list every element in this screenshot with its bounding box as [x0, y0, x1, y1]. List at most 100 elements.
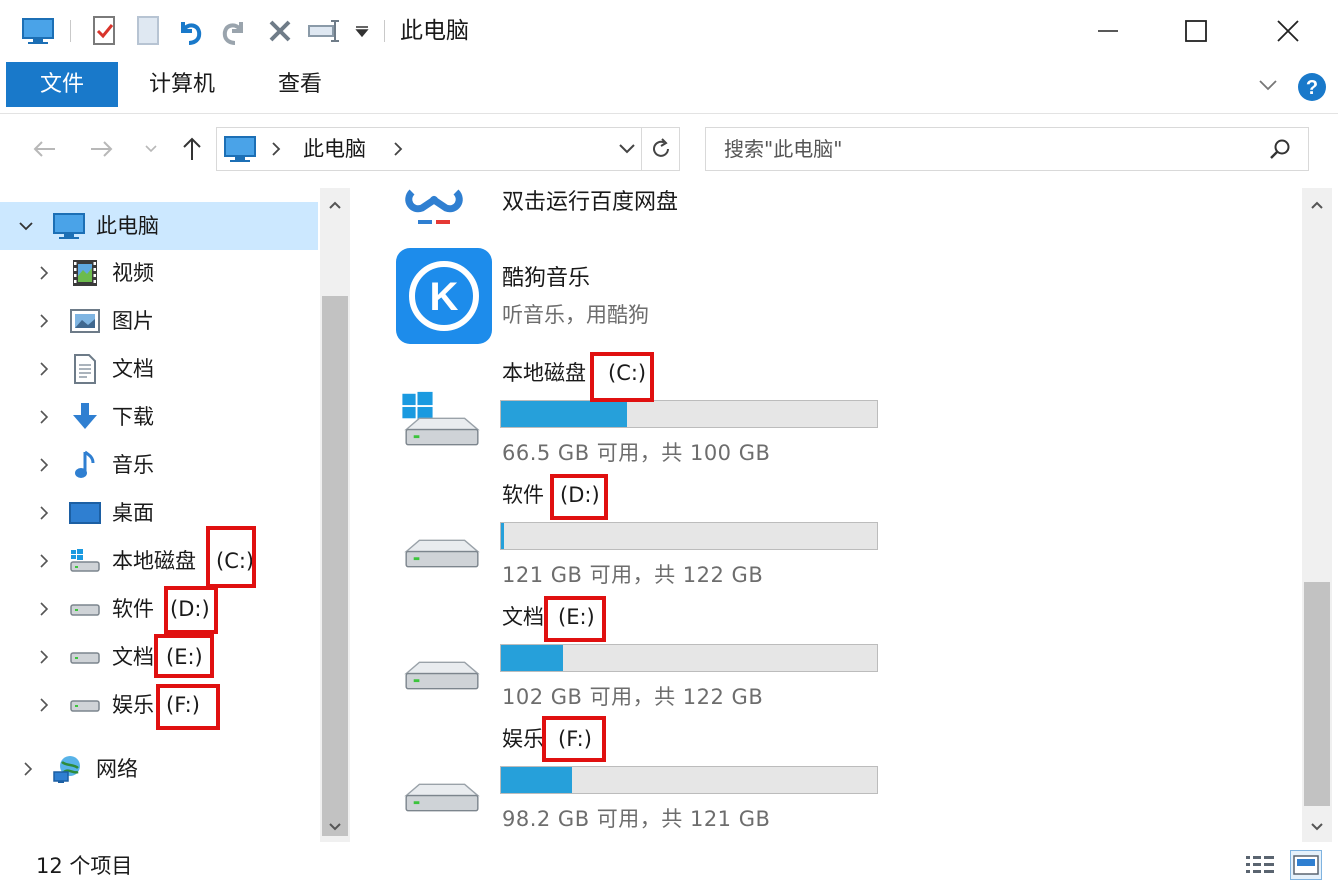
nav-label: 桌面	[112, 501, 154, 525]
nav-item-pictures[interactable]: 图片	[0, 297, 318, 345]
nav-item-drive-d[interactable]: 软件 (D:)	[0, 585, 318, 633]
nav-label: 下载	[112, 405, 154, 429]
customize-dropdown-icon[interactable]	[350, 14, 374, 48]
scrollbar-thumb[interactable]	[322, 296, 348, 836]
drive-space-info: 102 GB 可用，共 122 GB	[502, 685, 764, 709]
close-button[interactable]	[1242, 0, 1334, 62]
up-arrow-icon[interactable]	[174, 129, 210, 169]
highlight-box	[550, 474, 608, 520]
address-bar[interactable]: 此电脑	[216, 127, 642, 171]
app-name[interactable]: 酷狗音乐	[502, 264, 590, 294]
chevron-right-icon[interactable]	[36, 457, 52, 473]
tab-computer[interactable]: 计算机	[132, 62, 232, 107]
chevron-right-icon[interactable]	[36, 505, 52, 521]
nav-item-downloads[interactable]: 下载	[0, 393, 318, 441]
scroll-down-arrow-icon[interactable]	[1302, 812, 1332, 842]
nav-item-music[interactable]: 音乐	[0, 441, 318, 489]
delete-icon[interactable]	[262, 14, 298, 48]
chevron-right-icon[interactable]	[36, 697, 52, 713]
scroll-up-arrow-icon[interactable]	[320, 190, 350, 220]
hard-drive-icon	[396, 634, 488, 700]
drive-usage-fill	[501, 767, 572, 793]
drive-usage-bar	[500, 644, 878, 672]
drive-label[interactable]: 软件	[502, 480, 544, 510]
app-name[interactable]: 双击运行百度网盘	[502, 188, 678, 218]
highlight-box	[154, 634, 214, 678]
redo-icon[interactable]	[216, 14, 252, 48]
rename-icon[interactable]	[304, 14, 344, 48]
scroll-up-arrow-icon[interactable]	[1302, 190, 1332, 220]
drive-usage-fill	[501, 645, 563, 671]
breadcrumb-chevron-icon[interactable]	[391, 140, 405, 158]
system-drive-icon	[396, 390, 488, 456]
nav-label: 网络	[96, 757, 138, 781]
chevron-down-icon[interactable]	[18, 218, 34, 234]
nav-item-documents[interactable]: 文档	[0, 345, 318, 393]
search-icon[interactable]	[1268, 138, 1292, 162]
chevron-right-icon[interactable]	[36, 313, 52, 329]
chevron-right-icon[interactable]	[36, 553, 52, 569]
nav-label: 音乐	[112, 453, 154, 477]
nav-label: 软件	[112, 597, 154, 621]
network-icon	[52, 752, 86, 786]
document-icon	[68, 352, 102, 386]
new-folder-icon[interactable]	[130, 14, 166, 48]
large-icons-view-icon[interactable]	[1290, 850, 1322, 880]
kugou-app-icon[interactable]: K	[396, 248, 492, 344]
drive-icon	[68, 640, 102, 674]
nav-item-desktop[interactable]: 桌面	[0, 489, 318, 537]
back-arrow-icon[interactable]	[26, 129, 62, 169]
search-input[interactable]: 搜索"此电脑"	[705, 127, 1309, 171]
nav-label: 本地磁盘	[112, 549, 196, 573]
chevron-right-icon[interactable]	[36, 361, 52, 377]
chevron-right-icon[interactable]	[20, 761, 36, 777]
maximize-button[interactable]	[1150, 0, 1242, 62]
baidu-netdisk-icon[interactable]	[398, 188, 470, 232]
nav-item-drive-c[interactable]: 本地磁盘 (C:)	[0, 537, 318, 585]
address-dropdown-chevron-icon[interactable]	[617, 140, 637, 158]
breadcrumb-chevron-icon[interactable]	[269, 140, 283, 158]
nav-label: 图片	[112, 309, 154, 333]
content-scrollbar[interactable]	[1302, 188, 1332, 842]
drive-usage-bar	[500, 766, 878, 794]
drive-label[interactable]: 娱乐	[502, 724, 544, 754]
nav-label: 文档	[112, 357, 154, 381]
nav-item-network[interactable]: 网络	[0, 745, 318, 793]
forward-arrow-icon[interactable]	[84, 129, 120, 169]
highlight-box	[156, 684, 220, 730]
help-icon[interactable]: ?	[1297, 72, 1327, 102]
minimize-button[interactable]	[1062, 0, 1154, 62]
nav-label: 视频	[112, 261, 154, 285]
svg-text:K: K	[430, 275, 459, 319]
highlight-box	[542, 716, 606, 762]
computer-icon	[52, 209, 86, 243]
drive-label[interactable]: 文档	[502, 602, 544, 632]
chevron-right-icon[interactable]	[36, 409, 52, 425]
details-view-icon[interactable]	[1244, 852, 1276, 880]
hard-drive-icon	[396, 512, 488, 578]
refresh-button[interactable]	[642, 127, 680, 171]
chevron-right-icon[interactable]	[36, 265, 52, 281]
recent-locations-chevron-icon[interactable]	[140, 129, 162, 169]
nav-item-videos[interactable]: 视频	[0, 249, 318, 297]
system-drive-icon	[68, 544, 102, 578]
picture-icon	[68, 304, 102, 338]
scrollbar-thumb[interactable]	[1304, 582, 1330, 806]
scroll-down-arrow-icon[interactable]	[320, 812, 350, 842]
film-icon	[68, 256, 102, 290]
nav-scrollbar[interactable]	[320, 188, 350, 842]
tab-file[interactable]: 文件	[6, 62, 118, 107]
chevron-right-icon[interactable]	[36, 649, 52, 665]
nav-item-this-pc[interactable]: 此电脑	[0, 202, 318, 250]
drive-label[interactable]: 本地磁盘	[502, 358, 586, 388]
svg-text:?: ?	[1306, 77, 1318, 99]
breadcrumb[interactable]: 此电脑	[303, 128, 366, 170]
tab-view[interactable]: 查看	[256, 62, 344, 107]
drive-icon	[68, 592, 102, 626]
chevron-right-icon[interactable]	[36, 601, 52, 617]
computer-icon[interactable]	[18, 14, 58, 48]
undo-icon[interactable]	[172, 14, 208, 48]
properties-icon[interactable]	[86, 14, 122, 48]
highlight-box	[206, 526, 256, 588]
expand-ribbon-chevron-icon[interactable]	[1256, 72, 1280, 98]
